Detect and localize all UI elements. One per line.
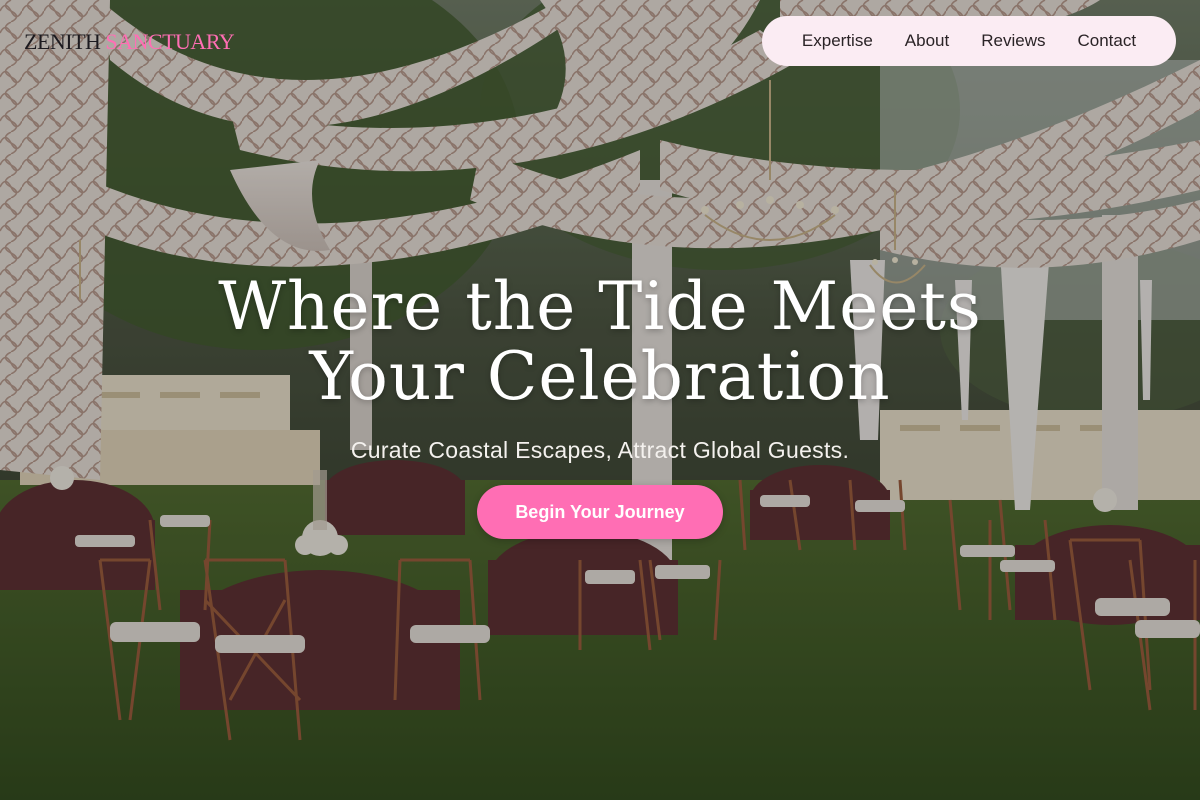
nav-link-about[interactable]: About — [889, 31, 965, 51]
main-navigation: Expertise About Reviews Contact — [762, 16, 1176, 66]
site-logo[interactable]: ZENITH SANCTUARY — [24, 28, 235, 56]
logo-word-primary: ZENITH — [24, 29, 101, 54]
hero-headline: Where the Tide Meets Your Celebration — [0, 272, 1200, 412]
hero-subheadline: Curate Coastal Escapes, Attract Global G… — [350, 437, 850, 463]
begin-journey-button[interactable]: Begin Your Journey — [477, 485, 723, 539]
logo-word-accent: SANCTUARY — [105, 29, 235, 54]
hero-headline-line-1: Where the Tide Meets — [218, 268, 982, 345]
hero-section: ZENITH SANCTUARY Expertise About Reviews… — [0, 0, 1200, 800]
nav-link-reviews[interactable]: Reviews — [965, 31, 1061, 51]
nav-link-expertise[interactable]: Expertise — [786, 31, 889, 51]
hero-headline-line-2: Your Celebration — [309, 338, 891, 415]
nav-link-contact[interactable]: Contact — [1061, 31, 1152, 51]
